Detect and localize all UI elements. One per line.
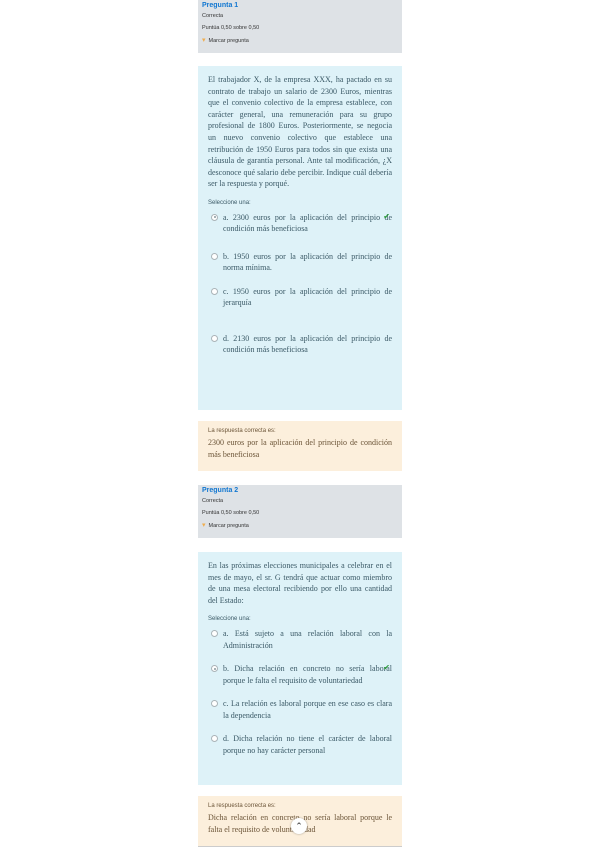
q2-answer-b-letter: b.	[223, 664, 229, 674]
q2-number: Pregunta 2	[202, 487, 239, 494]
q1-answer-c-label: 1950 euros por la aplicación del princip…	[223, 286, 393, 308]
q1-feedback: La respuesta correcta es: 2300 euros por…	[198, 421, 402, 471]
q2-flag-link[interactable]: ▾ Marcar pregunta	[202, 522, 398, 529]
q1-answer-b-letter: b.	[223, 251, 229, 261]
q2-text: En las próximas elecciones municipales a…	[208, 561, 392, 605]
q2-radio-c[interactable]	[211, 700, 218, 708]
q1-flag-link[interactable]: ▾ Marcar pregunta	[202, 37, 398, 44]
q1-radio-c[interactable]	[211, 287, 218, 295]
q1-answer-a-letter: a.	[223, 212, 229, 222]
flag-icon: ▾	[202, 522, 206, 529]
q1-radio-d[interactable]	[211, 334, 218, 342]
q2-flag-label: Marcar pregunta	[208, 522, 249, 529]
q2-status: Correcta	[202, 498, 224, 504]
q1-flag-label: Marcar pregunta	[208, 37, 249, 44]
q1-answer-c-letter: c.	[223, 286, 229, 296]
q2-answer-a-text: a. Está sujeto a una relación laboral co…	[218, 628, 392, 651]
q2-answer-d-label: Dicha relación no tiene el carácter de l…	[223, 734, 392, 755]
q1-answer-a[interactable]: a. 2300 euros por la aplicación del prin…	[208, 212, 392, 235]
q2-prompt: Seleccione una:	[208, 616, 251, 623]
q1-number: Pregunta 1	[202, 2, 239, 9]
q2-answer-d[interactable]: d. Dicha relación no tiene el carácter d…	[208, 733, 392, 756]
page-divider	[198, 846, 402, 847]
q2-formulation: En las próximas elecciones municipales a…	[198, 552, 402, 785]
q1-answer-d-label: 2130 euros por la aplicación del princip…	[223, 333, 393, 355]
flag-icon: ▾	[202, 37, 206, 44]
q2-answer-b-text: b. Dicha relación en concreto no sería l…	[218, 663, 392, 686]
q2-answer-c[interactable]: c. La relación es laboral porque en ese …	[208, 698, 392, 721]
q1-answer-b[interactable]: b. 1950 euros por la aplicación del prin…	[208, 251, 392, 274]
q2-answer-d-text: d. Dicha relación no tiene el carácter d…	[218, 733, 392, 756]
q1-info: Pregunta 1 Correcta Puntúa 0,50 sobre 0,…	[198, 0, 402, 53]
q1-answer-a-text: a. 2300 euros por la aplicación del prin…	[218, 212, 392, 235]
q2-answer-a-letter: a.	[223, 629, 229, 639]
q2-info: Pregunta 2 Correcta Puntúa 0,50 sobre 0,…	[198, 485, 402, 538]
q2-answer-b[interactable]: b. Dicha relación en concreto no sería l…	[208, 663, 392, 686]
q1-answer-d-text: d. 2130 euros por la aplicación del prin…	[218, 333, 392, 356]
q1-radio-b[interactable]	[211, 252, 218, 260]
check-icon: ✔	[383, 211, 390, 221]
q1-formulation: El trabajador X, de la empresa XXX, ha p…	[198, 66, 402, 410]
q1-answer-b-label: 1950 euros por la aplicación del princip…	[223, 251, 393, 273]
check-icon: ✔	[383, 663, 390, 673]
q1-answer-a-label: 2300 euros por la aplicación del princip…	[223, 212, 393, 234]
q1-score: Puntúa 0,50 sobre 0,50	[202, 25, 260, 31]
q1-answer-c[interactable]: c. 1950 euros por la aplicación del prin…	[208, 286, 392, 309]
q1-status: Correcta	[202, 13, 224, 19]
q1-answer-b-text: b. 1950 euros por la aplicación del prin…	[218, 251, 392, 274]
q2-feedback-label: La respuesta correcta es:	[208, 803, 276, 809]
q1-text: El trabajador X, de la empresa XXX, ha p…	[208, 75, 392, 189]
q1-feedback-label: La respuesta correcta es:	[208, 428, 276, 434]
q2-answer-a-label: Está sujeto a una relación laboral con l…	[223, 629, 393, 650]
q2-answer-c-label: La relación es laboral porque en ese cas…	[223, 699, 392, 720]
q2-answer-c-letter: c.	[223, 699, 229, 709]
q2-score: Puntúa 0,50 sobre 0,50	[202, 510, 260, 516]
q1-answer-c-text: c. 1950 euros por la aplicación del prin…	[218, 286, 392, 309]
q1-prompt: Seleccione una:	[208, 199, 251, 206]
q2-radio-a[interactable]	[211, 630, 218, 638]
q1-feedback-answer: 2300 euros por la aplicación del princip…	[208, 438, 392, 459]
chevron-up-icon: ⌃	[295, 820, 303, 831]
q1-answer-d-letter: d.	[223, 333, 229, 343]
q2-answer-d-letter: d.	[223, 734, 229, 744]
q1-radio-a[interactable]	[211, 213, 218, 221]
scroll-top-button[interactable]: ⌃	[291, 818, 307, 834]
q2-answer-b-label: Dicha relación en concreto no sería labo…	[223, 664, 392, 685]
q2-radio-d[interactable]	[211, 735, 218, 743]
q2-radio-b[interactable]	[211, 665, 218, 673]
q2-answer-c-text: c. La relación es laboral porque en ese …	[218, 698, 392, 721]
q2-answer-a[interactable]: a. Está sujeto a una relación laboral co…	[208, 628, 392, 651]
q1-answer-d[interactable]: d. 2130 euros por la aplicación del prin…	[208, 333, 392, 356]
